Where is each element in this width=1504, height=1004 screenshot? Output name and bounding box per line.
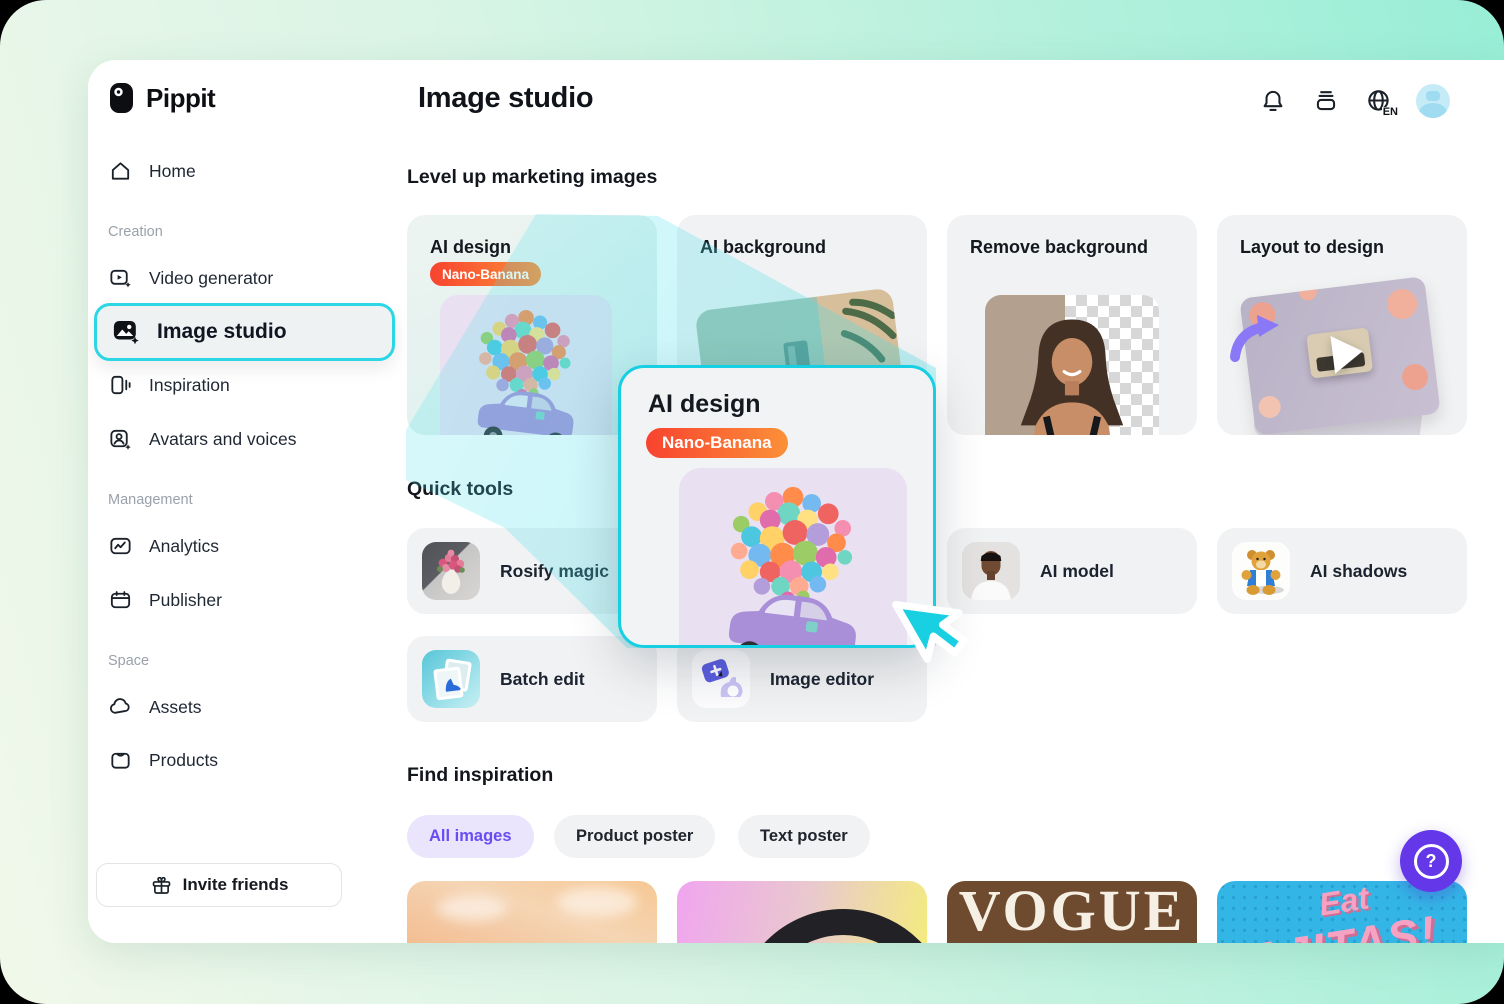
publisher-icon	[108, 588, 133, 613]
card-title: AI design	[430, 237, 511, 258]
tool-label: Rosify magic	[500, 561, 609, 582]
tool-image-editor[interactable]: Image editor	[677, 636, 927, 722]
remove-background-image	[985, 295, 1159, 435]
assets-cloud-icon	[108, 695, 133, 720]
balloon-car-image	[440, 295, 612, 435]
analytics-icon	[108, 534, 133, 559]
tool-ai-shadows[interactable]: AI shadows	[1217, 528, 1467, 614]
inspiration-image-headphones[interactable]	[677, 881, 927, 943]
sidebar-item-analytics[interactable]: Analytics	[88, 528, 406, 564]
bell-icon	[1259, 87, 1287, 115]
sidebar-item-label: Products	[149, 750, 218, 771]
app-window: Pippit Home Creation Video generator	[0, 0, 1504, 1004]
filter-product-poster[interactable]: Product poster	[554, 815, 715, 858]
rosify-thumb	[422, 542, 480, 600]
sidebar-section-creation: Creation	[108, 224, 163, 240]
filter-all-images[interactable]: All images	[407, 815, 534, 858]
gift-icon	[150, 874, 173, 897]
home-icon	[108, 159, 133, 184]
play-icon	[1330, 332, 1364, 373]
ai-model-thumb	[962, 542, 1020, 600]
vogue-title: VOGUE	[959, 881, 1186, 943]
tool-label: Batch edit	[500, 669, 585, 690]
card-remove-background[interactable]: Remove background	[947, 215, 1197, 435]
quick-tools-heading: Quick tools	[407, 478, 513, 501]
card-layout-to-design[interactable]: Layout to design	[1217, 215, 1467, 435]
find-inspiration-heading: Find inspiration	[407, 764, 553, 787]
question-mark-icon: ?	[1414, 844, 1449, 879]
sidebar-item-assets[interactable]: Assets	[88, 689, 406, 725]
products-bag-icon	[108, 748, 133, 773]
pippit-logo-icon	[108, 82, 136, 114]
inspiration-icon	[108, 373, 133, 398]
card-title: AI background	[700, 237, 826, 258]
curved-arrow-icon	[1223, 311, 1283, 365]
sidebar-item-label: Video generator	[149, 268, 273, 289]
card-stack-icon	[1312, 87, 1340, 115]
card-title: Layout to design	[1240, 237, 1384, 258]
language-badge: EN	[1382, 107, 1398, 118]
card-title: Remove background	[970, 237, 1148, 258]
tool-label: Image editor	[770, 669, 874, 690]
sidebar-item-label: Assets	[149, 697, 202, 718]
brand-logo[interactable]: Pippit	[108, 82, 215, 114]
sidebar-section-space: Space	[108, 653, 149, 669]
invite-friends-button[interactable]: Invite friends	[96, 863, 342, 907]
sidebar-item-label: Analytics	[149, 536, 219, 557]
brand-name: Pippit	[146, 83, 215, 114]
sidebar-item-publisher[interactable]: Publisher	[88, 582, 406, 618]
notifications-button[interactable]	[1257, 85, 1289, 117]
sidebar-item-label: Avatars and voices	[149, 429, 297, 450]
sidebar-item-label: Home	[149, 161, 196, 182]
sidebar: Pippit Home Creation Video generator	[88, 60, 406, 943]
sidebar-item-image-studio[interactable]: Image studio	[94, 303, 395, 361]
language-button[interactable]: EN	[1363, 85, 1395, 117]
sidebar-item-video-generator[interactable]: Video generator	[88, 260, 406, 296]
batch-edit-thumb	[422, 650, 480, 708]
header-actions: EN	[1257, 84, 1450, 118]
inspiration-image-sunset[interactable]	[407, 881, 657, 943]
nano-banana-badge: Nano-Banana	[646, 428, 788, 458]
woman-portrait	[997, 303, 1147, 435]
filter-text-poster[interactable]: Text poster	[738, 815, 870, 858]
sidebar-item-inspiration[interactable]: Inspiration	[88, 367, 406, 403]
billing-button[interactable]	[1310, 85, 1342, 117]
sidebar-item-avatars-voices[interactable]: Avatars and voices	[88, 421, 406, 457]
sidebar-item-home[interactable]: Home	[88, 153, 406, 189]
image-editor-thumb	[692, 650, 750, 708]
page-title: Image studio	[418, 82, 593, 115]
zoom-popup-ai-design: AI design Nano-Banana	[618, 365, 936, 648]
popup-title: AI design	[648, 390, 761, 419]
headphones-shape	[735, 909, 927, 943]
tool-ai-model[interactable]: AI model	[947, 528, 1197, 614]
marketing-heading: Level up marketing images	[407, 166, 657, 189]
user-avatar[interactable]	[1416, 84, 1450, 118]
ai-shadows-thumb	[1232, 542, 1290, 600]
sidebar-item-label: Publisher	[149, 590, 222, 611]
balloon-car-image-large	[679, 468, 907, 648]
avatar-glyph	[1419, 103, 1447, 118]
sidebar-item-label: Image studio	[157, 320, 287, 344]
main-panel: Pippit Home Creation Video generator	[88, 60, 1504, 943]
sidebar-item-label: Inspiration	[149, 375, 230, 396]
avatar-glyph	[1426, 91, 1440, 101]
sidebar-item-products[interactable]: Products	[88, 742, 406, 778]
sidebar-section-management: Management	[108, 492, 193, 508]
invite-friends-label: Invite friends	[183, 875, 289, 895]
tool-label: AI shadows	[1310, 561, 1407, 582]
video-generator-icon	[108, 266, 133, 291]
image-studio-icon	[111, 317, 141, 347]
help-button[interactable]: ?	[1400, 830, 1462, 892]
tool-label: AI model	[1040, 561, 1114, 582]
tool-batch-edit[interactable]: Batch edit	[407, 636, 657, 722]
nano-banana-badge: Nano-Banana	[430, 262, 541, 286]
avatars-icon	[108, 427, 133, 452]
inspiration-image-vogue[interactable]: VOGUE	[947, 881, 1197, 943]
